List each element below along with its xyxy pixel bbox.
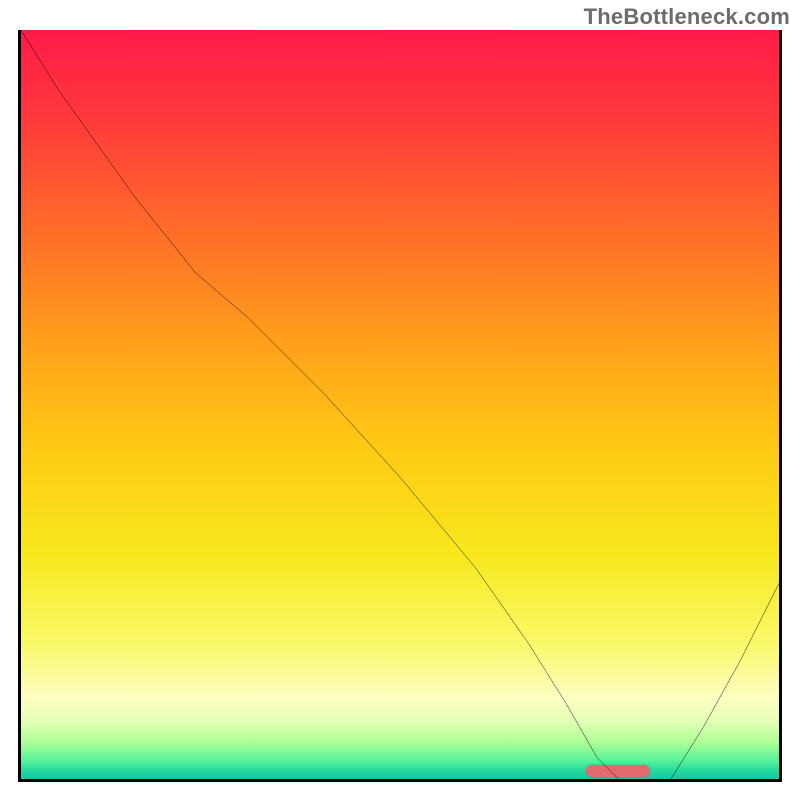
chart-container: TheBottleneck.com: [0, 0, 800, 800]
plot-area: [18, 30, 782, 782]
attribution-text: TheBottleneck.com: [584, 4, 790, 30]
bottleneck-curve: [21, 30, 779, 782]
